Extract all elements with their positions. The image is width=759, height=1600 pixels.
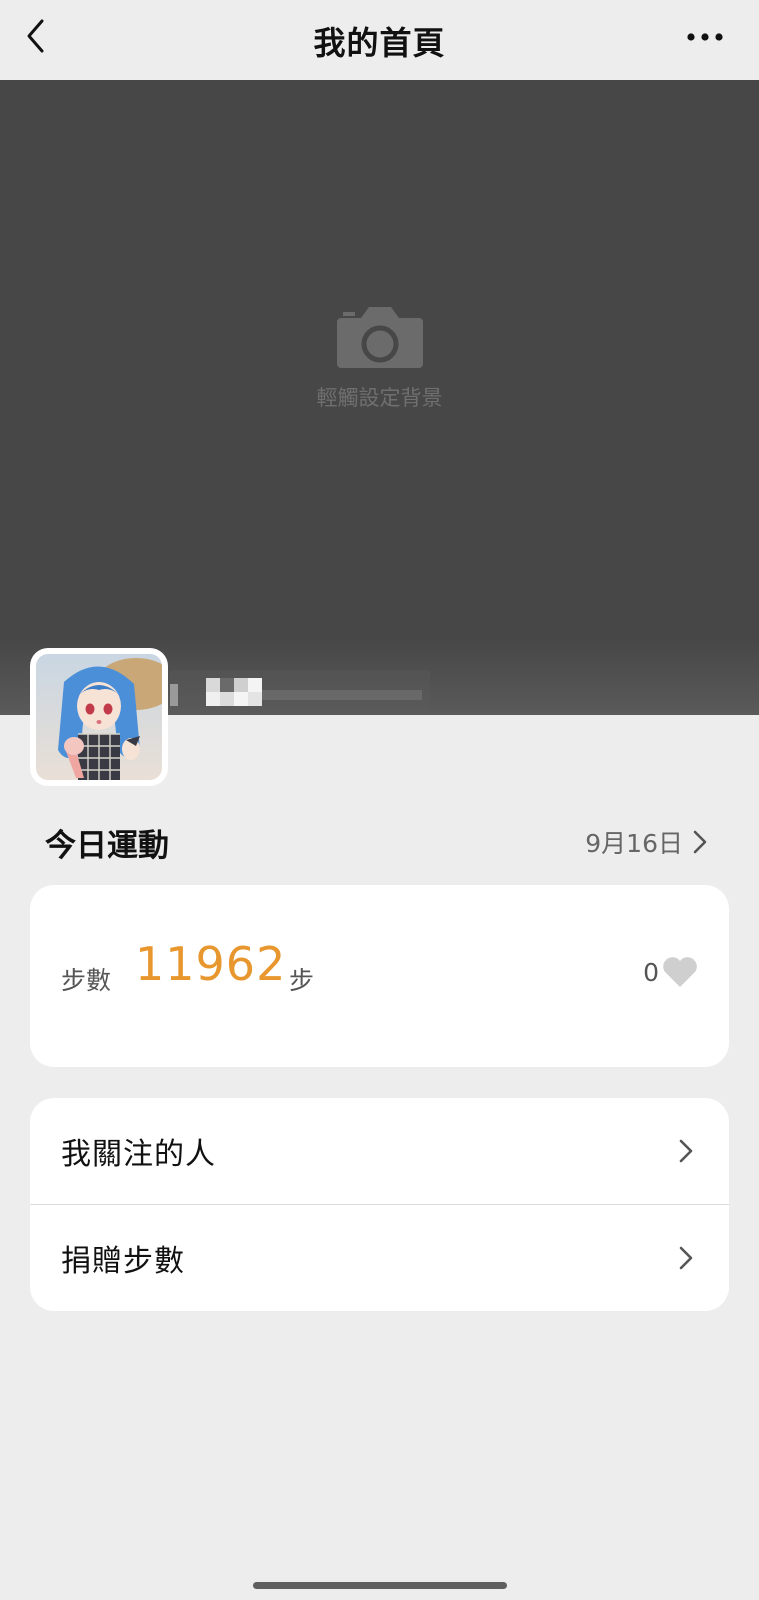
cover-background[interactable]: 輕觸設定背景	[0, 80, 759, 715]
more-dots-icon[interactable]	[685, 22, 725, 52]
steps-count: 11962	[135, 937, 287, 991]
avatar[interactable]	[30, 648, 168, 786]
camera-icon	[337, 307, 423, 368]
menu-item-label: 我關注的人	[61, 1137, 216, 1172]
likes-control[interactable]: 0	[643, 955, 699, 989]
menu-item-following[interactable]: 我關注的人	[30, 1098, 729, 1204]
avatar-image	[36, 654, 162, 780]
chevron-right-icon	[679, 1139, 693, 1163]
home-indicator[interactable]	[253, 1582, 507, 1589]
menu-item-donate-steps[interactable]: 捐贈步數	[30, 1205, 729, 1311]
page-title: 我的首頁	[313, 24, 446, 62]
chevron-right-icon	[679, 1246, 693, 1270]
heart-icon	[663, 957, 697, 987]
steps-label: 步數	[61, 966, 112, 995]
steps-unit: 步	[289, 966, 315, 995]
steps-card: 步數 11962 步 0	[30, 885, 729, 1067]
chevron-right-icon	[693, 830, 707, 854]
menu-card: 我關注的人 捐贈步數	[30, 1098, 729, 1311]
menu-item-label: 捐贈步數	[61, 1244, 185, 1279]
nickname-redacted	[170, 670, 430, 714]
set-background-hint: 輕觸設定背景	[316, 386, 443, 410]
top-nav-bar: 我的首頁	[0, 0, 759, 80]
today-exercise-title: 今日運動	[45, 828, 169, 864]
date-selector[interactable]: 9月16日	[585, 824, 711, 860]
likes-count: 0	[643, 957, 659, 987]
date-label: 9月16日	[585, 829, 683, 858]
